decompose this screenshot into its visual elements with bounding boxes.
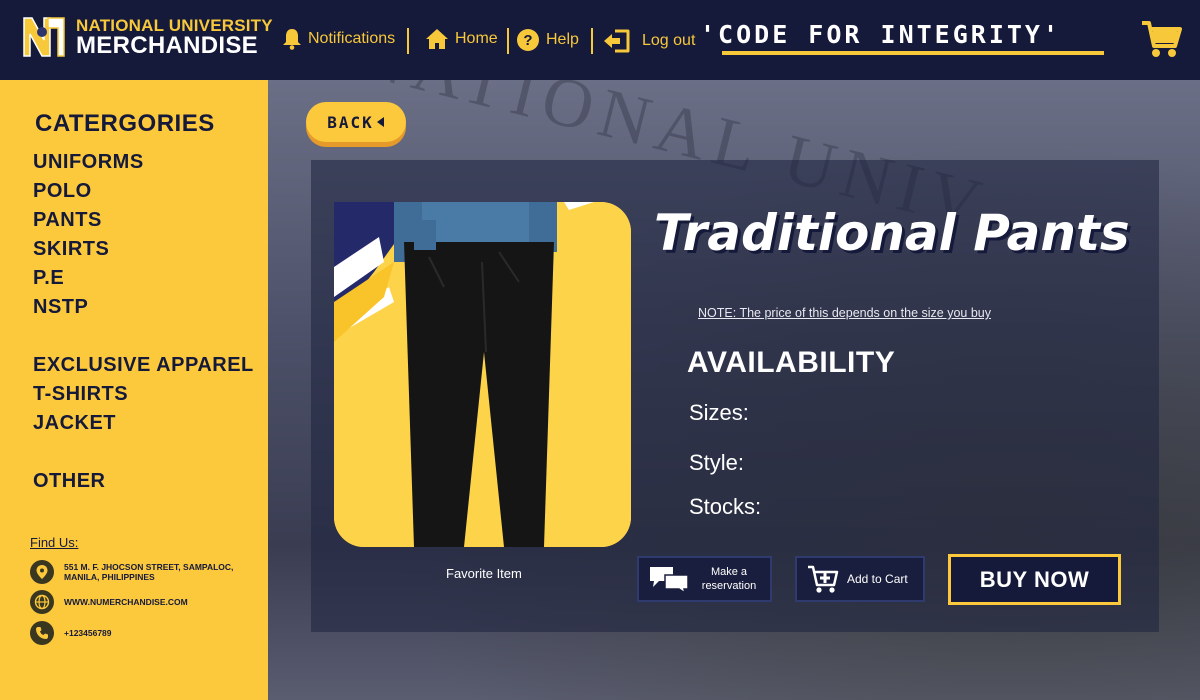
favorite-item-button[interactable]: Favorite Item bbox=[446, 566, 522, 581]
style-label: Style: bbox=[689, 450, 745, 475]
category-nstp[interactable]: NSTP bbox=[33, 293, 254, 322]
availability-title: AVAILABILITY bbox=[687, 346, 896, 379]
nu-logo-icon[interactable] bbox=[20, 14, 68, 60]
add-to-cart-label: Add to Cart bbox=[847, 572, 908, 586]
nav-home[interactable]: Home bbox=[425, 28, 498, 50]
nav-logout-label: Log out bbox=[642, 32, 696, 49]
nav-notifications-label: Notifications bbox=[308, 30, 396, 47]
top-bar: NATIONAL UNIVERSITY MERCHANDISE Notifica… bbox=[0, 0, 1200, 80]
category-other[interactable]: OTHER bbox=[33, 467, 254, 496]
nav-divider bbox=[591, 28, 593, 54]
price-note: NOTE: The price of this depends on the s… bbox=[698, 306, 991, 320]
category-jacket[interactable]: JACKET bbox=[33, 409, 254, 438]
help-icon: ? bbox=[517, 29, 539, 51]
category-list: UNIFORMS POLO PANTS SKIRTS P.E NSTP EXCL… bbox=[33, 148, 254, 496]
find-us-label: Find Us: bbox=[30, 535, 79, 550]
nav-divider bbox=[507, 28, 509, 54]
globe-icon bbox=[30, 590, 54, 614]
sidebar: CATERGORIES UNIFORMS POLO PANTS SKIRTS P… bbox=[0, 80, 268, 700]
slogan: 'CODE FOR INTEGRITY' bbox=[700, 20, 1062, 49]
bell-icon bbox=[283, 29, 301, 50]
svg-text:?: ? bbox=[523, 32, 532, 49]
categories-title: CATERGORIES bbox=[35, 110, 215, 137]
contact-website: WWW.NUMERCHANDISE.COM bbox=[30, 590, 188, 614]
category-exclusive-apparel[interactable]: EXCLUSIVE APPAREL bbox=[33, 351, 254, 380]
home-icon bbox=[426, 29, 448, 49]
nav-help[interactable]: ? Help bbox=[516, 28, 579, 52]
sizes-label: Sizes: bbox=[689, 400, 749, 425]
cart-icon bbox=[1142, 21, 1182, 57]
nav-help-label: Help bbox=[546, 31, 579, 48]
location-pin-icon bbox=[30, 560, 54, 584]
phone-icon bbox=[30, 621, 54, 645]
address-text: 551 M. F. JHOCSON STREET, SAMPALOC, MANI… bbox=[64, 562, 234, 582]
category-uniforms[interactable]: UNIFORMS bbox=[33, 148, 254, 177]
category-pe[interactable]: P.E bbox=[33, 264, 254, 293]
slogan-underline bbox=[722, 51, 1104, 55]
add-cart-icon bbox=[808, 565, 839, 593]
phone-number: +123456789 bbox=[64, 628, 112, 638]
nav-divider bbox=[407, 28, 409, 54]
category-polo[interactable]: POLO bbox=[33, 177, 254, 206]
nav-notifications[interactable]: Notifications bbox=[282, 28, 395, 50]
category-skirts[interactable]: SKIRTS bbox=[33, 235, 254, 264]
category-pants[interactable]: PANTS bbox=[33, 206, 254, 235]
contact-address: 551 M. F. JHOCSON STREET, SAMPALOC, MANI… bbox=[30, 560, 254, 584]
stocks-label: Stocks: bbox=[689, 494, 762, 519]
caret-left-icon bbox=[376, 117, 384, 127]
chat-bubbles-icon bbox=[650, 567, 689, 593]
brand-title-line2: MERCHANDISE bbox=[76, 32, 258, 59]
buy-now-button[interactable]: BUY NOW bbox=[948, 554, 1121, 605]
make-reservation-button[interactable]: Make a reservation bbox=[637, 556, 772, 602]
back-button[interactable]: BACK bbox=[306, 102, 406, 142]
website-link[interactable]: WWW.NUMERCHANDISE.COM bbox=[64, 597, 188, 607]
category-t-shirts[interactable]: T-SHIRTS bbox=[33, 380, 254, 409]
main-content: NATIONAL UNIV BACK Favorite Item Traditi… bbox=[268, 80, 1200, 700]
product-title: Traditional Pants bbox=[654, 204, 1130, 262]
contact-phone: +123456789 bbox=[30, 621, 112, 645]
nav-home-label: Home bbox=[455, 30, 498, 47]
product-image bbox=[334, 202, 631, 547]
back-button-label: BACK bbox=[327, 112, 374, 132]
nav-logout[interactable]: Log out bbox=[602, 28, 695, 54]
cart-button[interactable] bbox=[1140, 18, 1182, 64]
logout-icon bbox=[604, 29, 630, 53]
make-reservation-label: Make a reservation bbox=[701, 566, 757, 592]
add-to-cart-button[interactable]: Add to Cart bbox=[795, 556, 925, 602]
